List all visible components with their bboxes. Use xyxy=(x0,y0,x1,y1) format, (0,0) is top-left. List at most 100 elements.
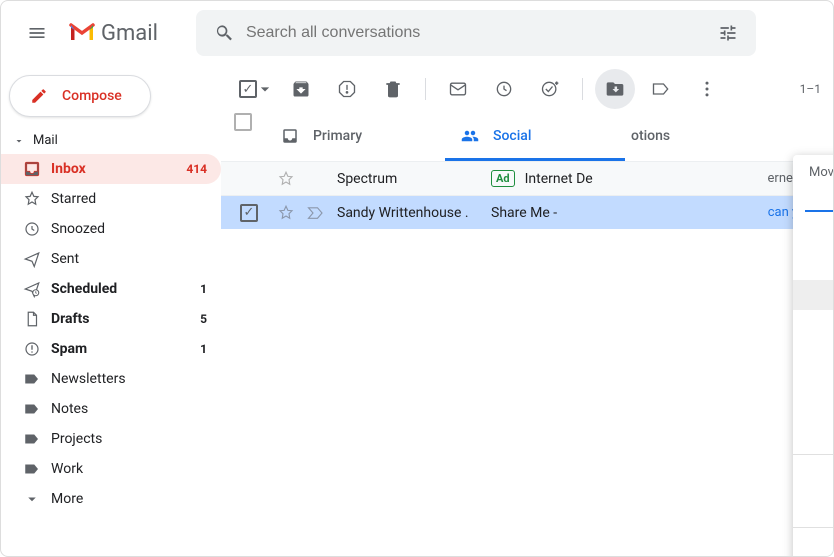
move-to-label-social[interactable]: Social xyxy=(793,340,833,370)
tab-social[interactable]: Social xyxy=(445,113,625,161)
sidebar-item-spam[interactable]: Spam1 xyxy=(1,334,221,364)
star-toggle[interactable] xyxy=(271,204,301,222)
compose-button[interactable]: Compose xyxy=(9,75,151,117)
archive-button[interactable] xyxy=(281,69,321,109)
tab-primary[interactable]: Primary xyxy=(265,113,445,161)
spam-icon xyxy=(23,340,51,358)
main-menu-button[interactable] xyxy=(13,9,61,57)
sidebar-item-count: 1 xyxy=(200,342,207,356)
sidebar-item-label: Inbox xyxy=(51,161,186,177)
sidebar-item-label: Projects xyxy=(51,431,207,447)
importance-marker[interactable] xyxy=(301,206,331,220)
sidebar-item-label: Snoozed xyxy=(51,221,207,237)
projects-icon xyxy=(23,430,51,448)
move-to-label-newsletters[interactable]: Newsletters xyxy=(793,220,833,250)
move-to-create-new[interactable]: Create new xyxy=(793,534,833,556)
compose-label: Compose xyxy=(62,88,122,104)
move-to-label-notes[interactable]: Notes xyxy=(793,250,833,280)
delete-button[interactable] xyxy=(373,69,413,109)
drafts-icon xyxy=(23,310,51,328)
move-to-search[interactable] xyxy=(805,186,833,212)
search-bar[interactable] xyxy=(196,10,756,56)
search-input[interactable] xyxy=(244,23,708,43)
tab-primary-label: Primary xyxy=(313,128,362,144)
divider xyxy=(425,78,426,100)
select-all-toggle[interactable] xyxy=(229,69,275,109)
sidebar-item-label: Spam xyxy=(51,341,200,357)
move-to-button[interactable] xyxy=(595,69,635,109)
task-add-icon xyxy=(540,79,560,99)
pencil-icon xyxy=(30,87,48,105)
email-sender: Spectrum xyxy=(331,171,491,187)
sidebar-item-label: More xyxy=(51,491,207,507)
labels-button[interactable] xyxy=(641,69,681,109)
report-spam-button[interactable] xyxy=(327,69,367,109)
gmail-logo[interactable]: Gmail xyxy=(69,21,158,46)
sidebar-item-sent[interactable]: Sent xyxy=(1,244,221,274)
hamburger-icon xyxy=(27,23,47,43)
sidebar-item-count: 5 xyxy=(200,312,207,326)
move-to-label-forums[interactable]: Forums xyxy=(793,400,833,430)
star-icon xyxy=(277,170,295,188)
work-icon xyxy=(23,460,51,478)
action-toolbar: 1–1 xyxy=(221,65,833,113)
move-to-spam[interactable]: Spam xyxy=(793,461,833,491)
checkbox-icon xyxy=(234,113,252,131)
sidebar-item-notes[interactable]: Notes xyxy=(1,394,221,424)
move-to-label-projects[interactable]: Projects xyxy=(793,280,833,310)
move-to-label-work[interactable]: Work xyxy=(793,310,833,340)
sidebar-item-count: 414 xyxy=(186,162,207,176)
email-subject: Share Me - xyxy=(491,205,768,221)
email-sender: Sandy Writtenhouse . xyxy=(331,205,491,221)
gmail-logo-text: Gmail xyxy=(101,21,158,46)
search-icon[interactable] xyxy=(204,23,244,43)
importance-icon xyxy=(307,206,325,220)
sidebar-item-newsletters[interactable]: Newsletters xyxy=(1,364,221,394)
move-to-trash[interactable]: Trash xyxy=(793,491,833,521)
newsletters-icon xyxy=(23,370,51,388)
sidebar-item-work[interactable]: Work xyxy=(1,454,221,484)
archive-icon xyxy=(291,79,311,99)
tab-promotions[interactable]: otions xyxy=(625,113,686,161)
email-subject: Internet De xyxy=(525,171,768,187)
mail-section-header[interactable]: Mail xyxy=(1,129,221,154)
star-icon xyxy=(277,204,295,222)
mail-section-title: Mail xyxy=(33,133,58,148)
move-to-label-promotions[interactable]: Promotions xyxy=(793,430,833,448)
sidebar-item-snoozed[interactable]: Snoozed xyxy=(1,214,221,244)
tune-icon xyxy=(718,23,738,43)
sidebar: Compose Mail Inbox414StarredSnoozedSentS… xyxy=(1,65,221,556)
sidebar-item-drafts[interactable]: Drafts5 xyxy=(1,304,221,334)
move-folder-icon xyxy=(605,79,625,99)
trash-icon xyxy=(383,79,403,99)
sidebar-item-label: Work xyxy=(51,461,207,477)
mail-icon xyxy=(448,79,468,99)
star-toggle[interactable] xyxy=(271,170,301,188)
sidebar-item-projects[interactable]: Projects xyxy=(1,424,221,454)
sidebar-item-starred[interactable]: Starred xyxy=(1,184,221,214)
more-button[interactable] xyxy=(687,69,727,109)
sidebar-item-inbox[interactable]: Inbox414 xyxy=(1,154,221,184)
add-to-tasks-button[interactable] xyxy=(530,69,570,109)
sidebar-item-more[interactable]: More xyxy=(1,484,221,514)
sidebar-item-scheduled[interactable]: Scheduled1 xyxy=(1,274,221,304)
sidebar-item-label: Sent xyxy=(51,251,207,267)
tab-promotions-label: otions xyxy=(631,128,670,144)
mark-unread-button[interactable] xyxy=(438,69,478,109)
sidebar-item-label: Newsletters xyxy=(51,371,207,387)
email-row-ad[interactable]: Spectrum Ad Internet De ernet for a xyxy=(221,161,833,195)
email-row[interactable]: Sandy Writtenhouse . Share Me - can you … xyxy=(221,195,833,229)
move-to-title: Move to: xyxy=(793,165,833,186)
notes-icon xyxy=(23,400,51,418)
row-checkbox[interactable] xyxy=(240,204,258,222)
caret-down-icon[interactable] xyxy=(255,79,275,99)
search-options-button[interactable] xyxy=(708,23,748,43)
starred-icon xyxy=(23,190,51,208)
scheduled-icon xyxy=(23,280,51,298)
pagination-range: 1–1 xyxy=(800,82,825,96)
people-icon xyxy=(461,127,479,145)
sidebar-nav: Inbox414StarredSnoozedSentScheduled1Draf… xyxy=(1,154,221,514)
move-to-label-updates[interactable]: Updates xyxy=(793,370,833,400)
move-to-label-list: NewslettersNotesProjectsWorkSocialUpdate… xyxy=(793,220,833,448)
snooze-button[interactable] xyxy=(484,69,524,109)
